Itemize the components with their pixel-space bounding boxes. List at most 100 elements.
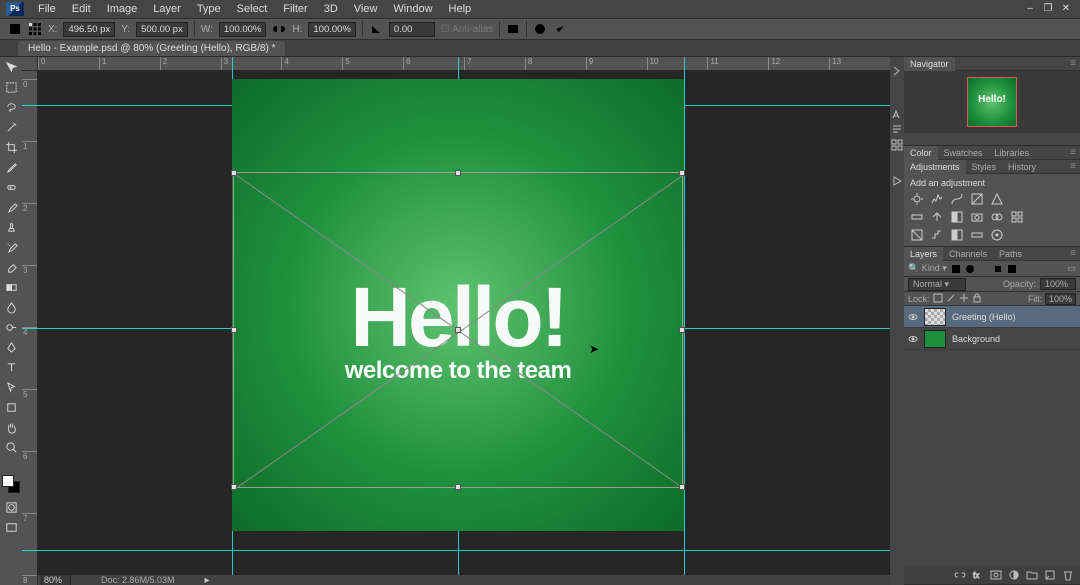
levels-icon[interactable] xyxy=(930,192,944,206)
posterize-icon[interactable] xyxy=(930,228,944,242)
link-layers-icon[interactable] xyxy=(954,569,966,581)
layer-item[interactable]: Background xyxy=(904,328,1080,350)
colorbalance-icon[interactable] xyxy=(930,210,944,224)
lock-position-icon[interactable] xyxy=(959,293,969,305)
fx-icon[interactable]: fx xyxy=(972,569,984,581)
zoom-field[interactable]: 80% xyxy=(41,574,71,585)
visibility-icon[interactable] xyxy=(908,312,918,322)
eyedropper-tool[interactable] xyxy=(2,161,20,179)
filter-pixel-icon[interactable] xyxy=(951,264,961,274)
dock-collapse-icon[interactable] xyxy=(891,65,903,77)
menu-help[interactable]: Help xyxy=(441,3,480,15)
paragraph-panel-icon[interactable] xyxy=(891,124,903,136)
filter-adjustment-icon[interactable] xyxy=(965,264,975,274)
tab-layers[interactable]: Layers xyxy=(904,247,943,261)
selectivecolor-icon[interactable] xyxy=(990,228,1004,242)
tab-paths[interactable]: Paths xyxy=(993,247,1028,261)
type-tool[interactable] xyxy=(2,361,20,379)
panel-menu-icon[interactable]: ≡ xyxy=(1066,58,1080,69)
exposure-icon[interactable] xyxy=(970,192,984,206)
brush-tool[interactable] xyxy=(2,201,20,219)
filter-toggle[interactable]: ▭ xyxy=(1067,263,1076,274)
adjustment-layer-icon[interactable] xyxy=(1008,569,1020,581)
move-tool[interactable] xyxy=(2,61,20,79)
delete-layer-icon[interactable] xyxy=(1062,569,1074,581)
doc-info-dropdown[interactable]: ▸ xyxy=(205,575,210,585)
antialias-checkbox[interactable]: ☐ Anti-alias xyxy=(441,24,493,35)
link-icon[interactable] xyxy=(272,22,286,36)
lock-all-icon[interactable] xyxy=(972,293,982,305)
channelmixer-icon[interactable] xyxy=(990,210,1004,224)
tab-adjustments[interactable]: Adjustments xyxy=(904,160,966,174)
threshold-icon[interactable] xyxy=(950,228,964,242)
blend-mode-select[interactable]: Normal ▾ xyxy=(908,278,966,291)
ruler-horizontal[interactable]: 0 1 2 3 4 5 6 7 8 9 10 11 12 13 xyxy=(38,57,890,71)
brightness-icon[interactable] xyxy=(910,192,924,206)
visibility-icon[interactable] xyxy=(908,334,918,344)
photofilter-icon[interactable] xyxy=(970,210,984,224)
commit-transform-button[interactable] xyxy=(553,22,567,36)
doc-size-label[interactable]: Doc: 2.86M/5.03M xyxy=(101,575,175,585)
tab-libraries[interactable]: Libraries xyxy=(989,146,1036,160)
dodge-tool[interactable] xyxy=(2,321,20,339)
menu-image[interactable]: Image xyxy=(99,3,146,15)
history-brush-tool[interactable] xyxy=(2,241,20,259)
navigator-zoom-slider[interactable] xyxy=(904,133,1080,145)
menu-type[interactable]: Type xyxy=(189,3,229,15)
layer-name[interactable]: Background xyxy=(952,334,1000,344)
quickmask-button[interactable] xyxy=(2,501,20,519)
filter-shape-icon[interactable] xyxy=(993,264,1003,274)
swatches-panel-icon[interactable] xyxy=(891,139,903,151)
panel-menu-icon[interactable]: ≡ xyxy=(1066,248,1080,259)
menu-window[interactable]: Window xyxy=(385,3,440,15)
blur-tool[interactable] xyxy=(2,301,20,319)
opacity-field[interactable]: 100% xyxy=(1040,278,1076,290)
gradient-tool[interactable] xyxy=(2,281,20,299)
panel-menu-icon[interactable]: ≡ xyxy=(1066,161,1080,172)
tab-styles[interactable]: Styles xyxy=(966,160,1003,174)
menu-edit[interactable]: Edit xyxy=(64,3,99,15)
menu-file[interactable]: File xyxy=(30,3,64,15)
tab-color[interactable]: Color xyxy=(904,146,938,160)
lock-transparency-icon[interactable] xyxy=(933,293,943,305)
x-field[interactable]: 496.50 px xyxy=(63,22,115,37)
reference-point-icon[interactable] xyxy=(28,22,42,36)
panel-menu-icon[interactable]: ≡ xyxy=(1066,147,1080,158)
canvas-area[interactable]: 0 1 2 3 4 5 6 7 8 9 10 11 12 13 0 1 2 3 … xyxy=(22,57,890,585)
window-close-button[interactable]: ✕ xyxy=(1058,2,1074,16)
tab-channels[interactable]: Channels xyxy=(943,247,993,261)
layer-name[interactable]: Greeting (Hello) xyxy=(952,312,1016,322)
filter-type-icon[interactable] xyxy=(979,264,989,274)
window-minimize-button[interactable]: – xyxy=(1022,2,1038,16)
menu-layer[interactable]: Layer xyxy=(145,3,189,15)
hue-icon[interactable] xyxy=(910,210,924,224)
crop-tool[interactable] xyxy=(2,141,20,159)
new-layer-icon[interactable] xyxy=(1044,569,1056,581)
tab-history[interactable]: History xyxy=(1002,160,1042,174)
shape-tool[interactable] xyxy=(2,401,20,419)
layer-thumbnail[interactable] xyxy=(924,330,946,348)
eraser-tool[interactable] xyxy=(2,261,20,279)
bw-icon[interactable] xyxy=(950,210,964,224)
character-panel-icon[interactable] xyxy=(891,109,903,121)
angle-field[interactable]: 0.00 xyxy=(389,22,435,37)
filter-smart-icon[interactable] xyxy=(1007,264,1017,274)
curves-icon[interactable] xyxy=(950,192,964,206)
hand-tool[interactable] xyxy=(2,421,20,439)
zoom-tool[interactable] xyxy=(2,441,20,459)
gradientmap-icon[interactable] xyxy=(970,228,984,242)
color-swatches[interactable] xyxy=(2,475,20,493)
document-tab[interactable]: Hello - Example.psd @ 80% (Greeting (Hel… xyxy=(18,41,285,56)
colorlookup-icon[interactable] xyxy=(1010,210,1024,224)
warp-mode-icon[interactable] xyxy=(506,22,520,36)
path-select-tool[interactable] xyxy=(2,381,20,399)
lasso-tool[interactable] xyxy=(2,101,20,119)
healing-tool[interactable] xyxy=(2,181,20,199)
mask-icon[interactable] xyxy=(990,569,1002,581)
group-icon[interactable] xyxy=(1026,569,1038,581)
window-restore-button[interactable]: ❐ xyxy=(1040,2,1056,16)
navigator-thumbnail[interactable]: Hello! xyxy=(967,77,1017,127)
actions-panel-icon[interactable] xyxy=(891,175,903,187)
layer-item[interactable]: Greeting (Hello) xyxy=(904,306,1080,328)
tab-navigator[interactable]: Navigator xyxy=(904,57,955,71)
